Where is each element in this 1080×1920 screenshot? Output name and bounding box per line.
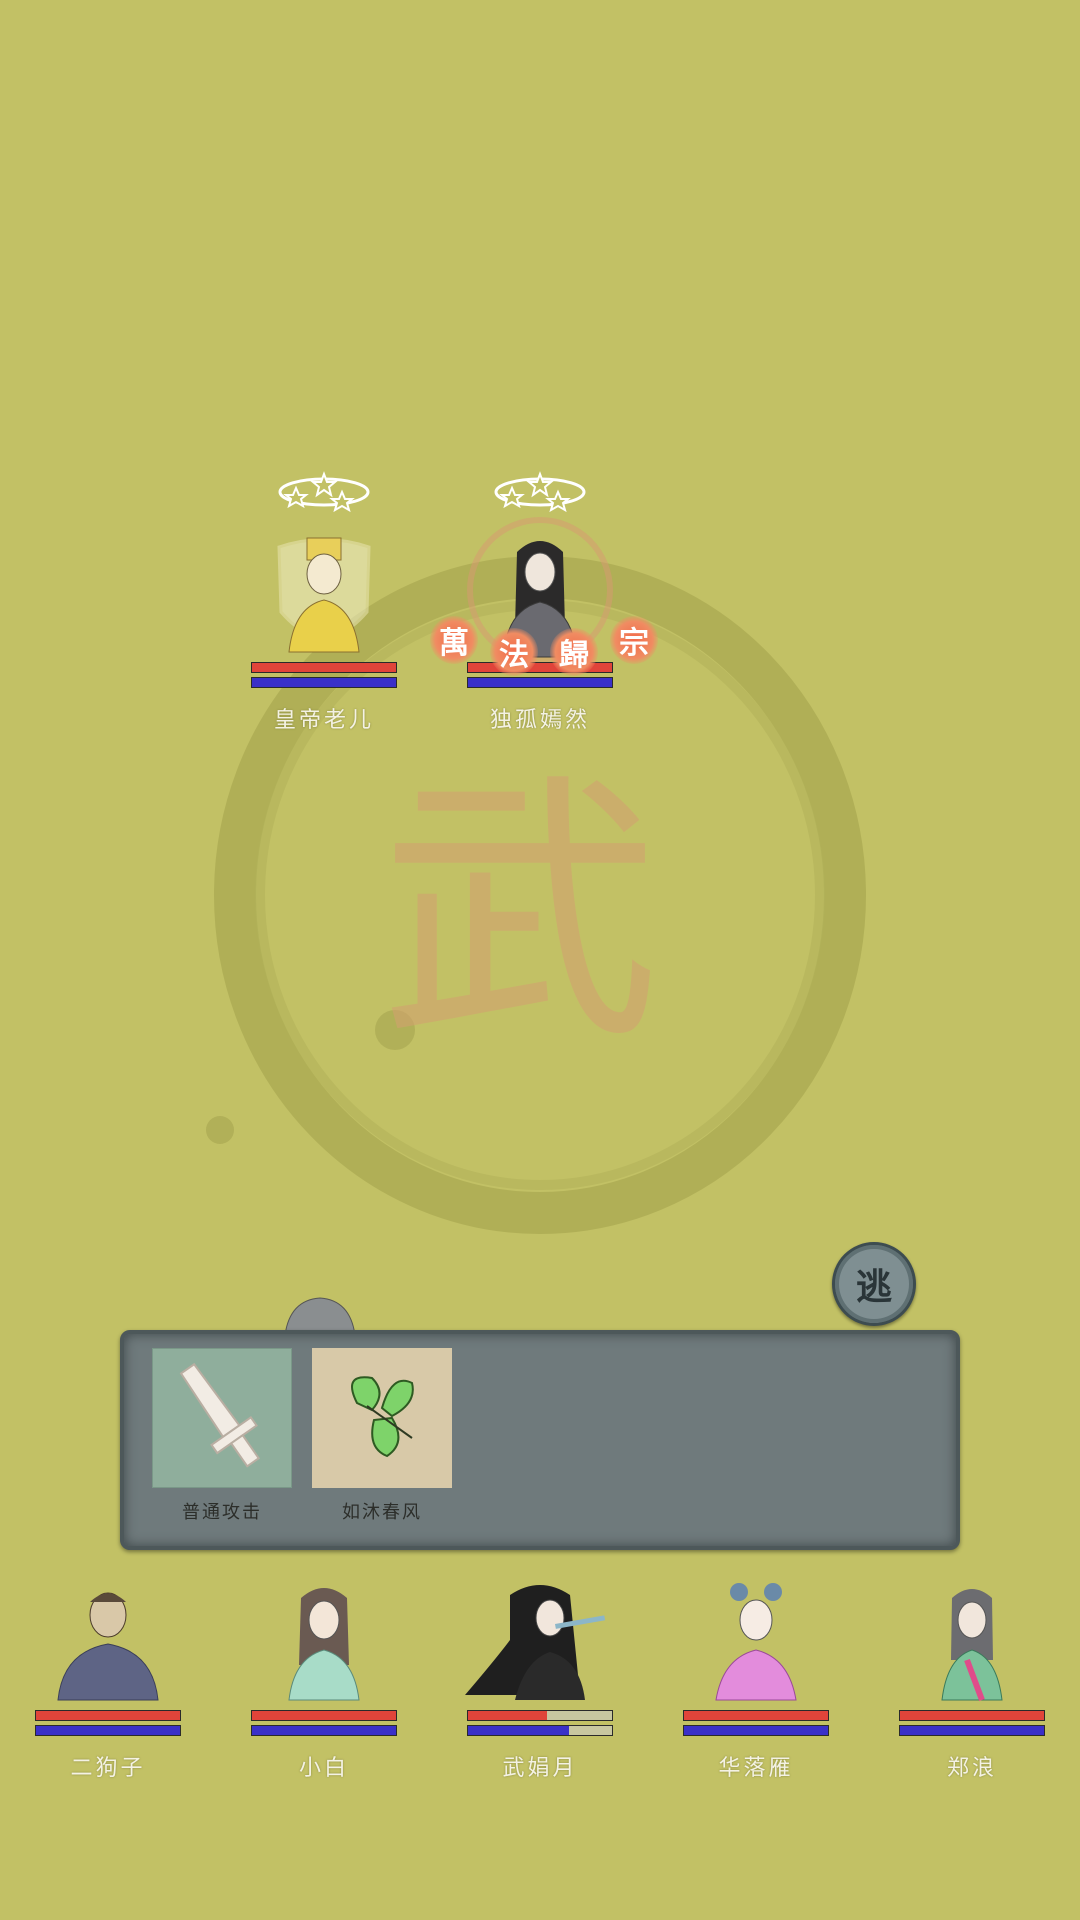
hidden-character-head <box>284 1297 356 1335</box>
ally-hp-bar <box>467 1710 613 1721</box>
ally-unit-5[interactable]: 郑浪 <box>897 1580 1047 1782</box>
hualuoyan-portrait <box>681 1580 831 1710</box>
ally-mp-bar <box>251 1725 397 1736</box>
skill-label: 如沐春风 <box>342 1502 422 1523</box>
ally-name: 郑浪 <box>946 1756 997 1781</box>
skill-cast-banner: 萬 法 歸 宗 <box>430 616 660 686</box>
ally-unit-4[interactable]: 华落雁 <box>681 1580 831 1782</box>
skill-spring-breeze[interactable]: 如沐春风 <box>312 1348 452 1524</box>
ally-hp-bar <box>899 1710 1045 1721</box>
ally-hp-bar <box>35 1710 181 1721</box>
banner-char: 法 <box>490 628 538 676</box>
svg-text:武: 武 <box>380 751 660 1077</box>
wujuanyue-portrait <box>465 1580 615 1710</box>
enemy-unit-1[interactable]: 皇帝老儿 <box>249 471 399 734</box>
enemy-hp-bar <box>251 662 397 673</box>
skill-normal-attack[interactable]: 普通攻击 <box>151 1347 293 1524</box>
ally-name: 二狗子 <box>70 1756 146 1781</box>
ally-name: 小白 <box>298 1756 349 1781</box>
ally-hp-bar <box>251 1710 397 1721</box>
emperor-portrait <box>249 532 399 662</box>
ergouzi-portrait <box>33 1580 183 1710</box>
flee-button[interactable]: 逃 <box>832 1242 916 1326</box>
ally-mp-bar <box>899 1725 1045 1736</box>
ally-name: 武娟月 <box>502 1756 578 1781</box>
banner-char: 宗 <box>610 616 658 664</box>
stun-stars-icon <box>494 471 586 513</box>
ally-mp-bar <box>467 1725 613 1736</box>
leaf-icon <box>312 1348 452 1488</box>
zhenglang-portrait <box>897 1580 1047 1710</box>
ally-unit-2[interactable]: 小白 <box>249 1580 399 1782</box>
banner-char: 歸 <box>550 628 598 676</box>
ally-hp-bar <box>683 1710 829 1721</box>
sword-icon <box>151 1347 293 1489</box>
ally-unit-1[interactable]: 二狗子 <box>33 1580 183 1782</box>
ally-mp-bar <box>35 1725 181 1736</box>
ally-name: 华落雁 <box>718 1756 794 1781</box>
ally-unit-3[interactable]: 武娟月 <box>465 1580 615 1782</box>
banner-char: 萬 <box>430 616 478 664</box>
xiaobai-portrait <box>249 1580 399 1710</box>
enemy-mp-bar <box>251 677 397 688</box>
skill-label: 普通攻击 <box>182 1502 262 1523</box>
stun-stars-icon <box>278 471 370 513</box>
skill-panel: 普通攻击 如沐春风 <box>120 1330 960 1550</box>
enemy-name: 皇帝老儿 <box>273 708 374 733</box>
enemy-name: 独孤嫣然 <box>489 708 590 733</box>
ally-mp-bar <box>683 1725 829 1736</box>
